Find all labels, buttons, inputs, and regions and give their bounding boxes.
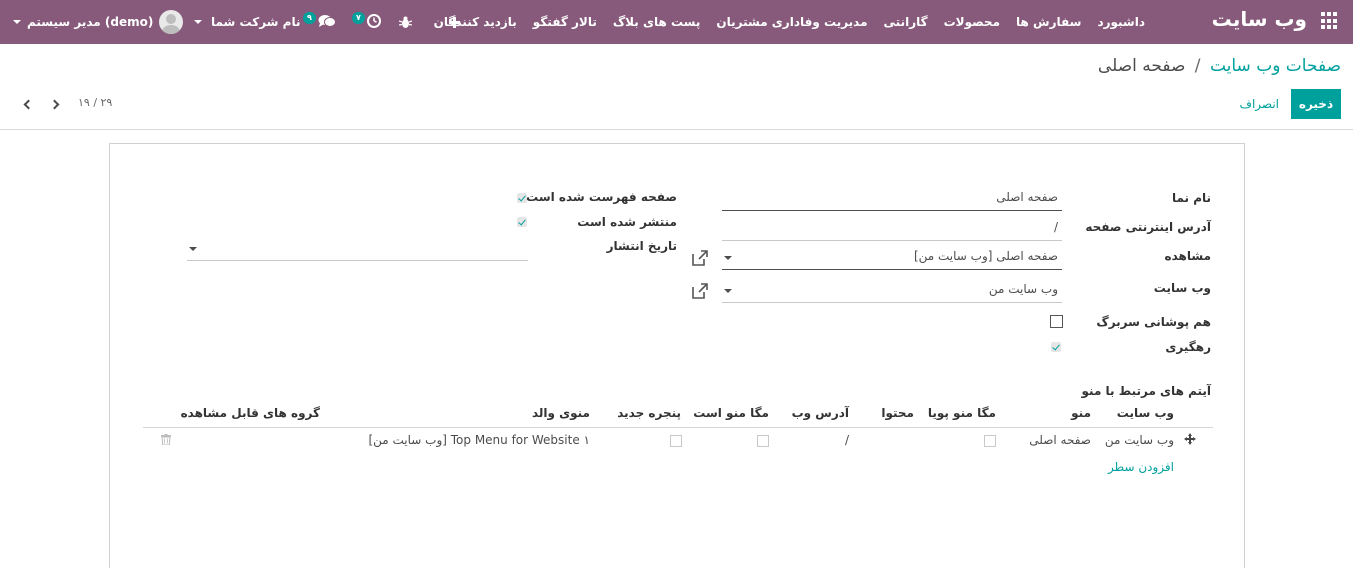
company-switcher[interactable]: نام شرکت شما xyxy=(194,0,300,44)
activity-badge: ۷ xyxy=(352,12,365,24)
header-overlay-checkbox[interactable] xyxy=(1050,315,1063,328)
trash-icon[interactable] xyxy=(161,434,171,446)
pager-previous[interactable] xyxy=(19,93,37,115)
save-button[interactable]: ذخیره xyxy=(1291,89,1341,119)
col-parent-menu[interactable]: منوی والد xyxy=(532,406,590,420)
published-checkbox[interactable] xyxy=(517,217,527,227)
view-select[interactable]: صفحه اصلی [وب سایت من] xyxy=(722,245,1062,270)
user-name: مدیر سیستم (demo) xyxy=(27,15,154,29)
cell-url: / xyxy=(844,433,849,447)
menu-blog-posts[interactable]: پست های بلاگ xyxy=(605,15,709,29)
avatar xyxy=(159,10,184,34)
indexed-checkbox[interactable] xyxy=(517,193,527,203)
company-name: نام شرکت شما xyxy=(211,15,301,29)
bug-icon[interactable] xyxy=(399,0,412,44)
col-is-mega-menu[interactable]: مگا منو است xyxy=(693,406,769,420)
col-menu[interactable]: منو xyxy=(1071,406,1091,420)
chevron-down-icon xyxy=(189,247,197,251)
external-link-icon[interactable] xyxy=(690,281,710,301)
chevron-down-icon xyxy=(724,256,732,260)
activity-menu[interactable]: ۷ xyxy=(352,0,381,44)
cell-website: وب سایت من xyxy=(1104,433,1174,447)
control-panel-divider xyxy=(0,129,1353,130)
url-field[interactable]: / xyxy=(722,216,1062,241)
cell-parent-menu: Top Menu for Website ۱ [وب سایت من] xyxy=(368,433,590,447)
col-visible-groups[interactable]: گروه های قابل مشاهده xyxy=(181,406,320,420)
apps-menu-icon[interactable] xyxy=(1321,12,1339,30)
menu-products[interactable]: محصولات xyxy=(936,15,1008,29)
name-value: صفحه اصلی xyxy=(996,190,1058,204)
col-new-window[interactable]: پنجره جدید xyxy=(617,406,681,420)
pager-next[interactable] xyxy=(45,93,63,115)
breadcrumb-separator: / xyxy=(1194,56,1201,76)
cell-dynamic-mega-checkbox xyxy=(984,435,996,447)
plus-icon[interactable] xyxy=(449,0,460,44)
chevron-down-icon xyxy=(194,20,202,24)
label-header-overlay: هم پوشانی سربرگ xyxy=(1096,315,1211,329)
main-menu: داشبورد سفارش ها محصولات گارانتی مدیریت … xyxy=(426,0,1153,44)
label-indexed: صفحه فهرست شده است xyxy=(526,190,677,204)
label-view: مشاهده xyxy=(1164,249,1211,263)
cell-is-mega-checkbox xyxy=(757,435,769,447)
label-tracking: رهگیری xyxy=(1165,340,1211,354)
chevron-right-icon xyxy=(49,99,59,109)
col-dynamic-mega-menu[interactable]: مگا منو پویا xyxy=(928,406,996,420)
menu-forum[interactable]: تالار گفتگو xyxy=(525,15,605,29)
col-url[interactable]: آدرس وب xyxy=(792,406,849,420)
breadcrumb: صفحات وب سایت / صفحه اصلی xyxy=(1098,56,1341,76)
menu-orders[interactable]: سفارش ها xyxy=(1008,15,1089,29)
menu-dashboard[interactable]: داشبورد xyxy=(1089,15,1153,29)
chevron-down-icon xyxy=(724,289,732,293)
messages-badge: ۹ xyxy=(303,12,316,24)
label-website: وب سایت xyxy=(1153,281,1211,295)
chat-icon xyxy=(318,14,336,31)
view-value: صفحه اصلی [وب سایت من] xyxy=(913,249,1058,263)
chevron-left-icon xyxy=(23,99,33,109)
col-content[interactable]: محتوا xyxy=(881,406,914,420)
publish-date-field[interactable] xyxy=(187,236,528,261)
menu-visitors[interactable]: بازدید کنندگان xyxy=(426,15,525,29)
clock-icon xyxy=(366,13,381,31)
website-value: وب سایت من xyxy=(988,282,1058,296)
discard-button[interactable]: انصراف xyxy=(1240,89,1279,119)
menu-loyalty[interactable]: مدیریت وفاداری مشتریان xyxy=(708,15,875,29)
cell-new-window-checkbox xyxy=(670,435,682,447)
breadcrumb-current: صفحه اصلی xyxy=(1097,56,1186,76)
label-published: منتشر شده است xyxy=(577,215,677,229)
url-value: / xyxy=(1053,220,1058,234)
external-link-icon[interactable] xyxy=(690,248,710,268)
breadcrumb-parent[interactable]: صفحات وب سایت xyxy=(1210,56,1341,76)
pager-value[interactable]: ۱۹ / ۲۹ xyxy=(78,96,112,109)
add-line-link[interactable]: افزودن سطر xyxy=(1108,460,1174,474)
chevron-down-icon xyxy=(13,20,21,24)
table-header-divider xyxy=(143,427,1213,428)
menu-warranty[interactable]: گارانتی xyxy=(876,15,936,29)
name-field[interactable]: صفحه اصلی xyxy=(722,186,1062,211)
form-sheet: نام نما آدرس اینترنتی صفحه مشاهده وب سای… xyxy=(109,143,1245,568)
tracking-checkbox[interactable] xyxy=(1051,342,1061,352)
website-select[interactable]: وب سایت من xyxy=(722,278,1062,303)
menu-items-title: آیتم های مرتبط با منو xyxy=(1081,384,1211,398)
label-publish-date: تاریخ انتشار xyxy=(606,239,677,253)
cell-menu: صفحه اصلی xyxy=(1029,433,1091,447)
drag-handle-icon[interactable] xyxy=(1184,433,1196,445)
top-navbar: وب سایت داشبورد سفارش ها محصولات گارانتی… xyxy=(0,0,1353,44)
label-url: آدرس اینترنتی صفحه xyxy=(1085,220,1211,234)
messages-menu[interactable]: ۹ xyxy=(303,0,336,44)
app-brand[interactable]: وب سایت xyxy=(1212,7,1307,31)
label-name: نام نما xyxy=(1171,191,1211,205)
col-website[interactable]: وب سایت xyxy=(1117,406,1174,420)
user-menu[interactable]: مدیر سیستم (demo) xyxy=(0,0,184,44)
